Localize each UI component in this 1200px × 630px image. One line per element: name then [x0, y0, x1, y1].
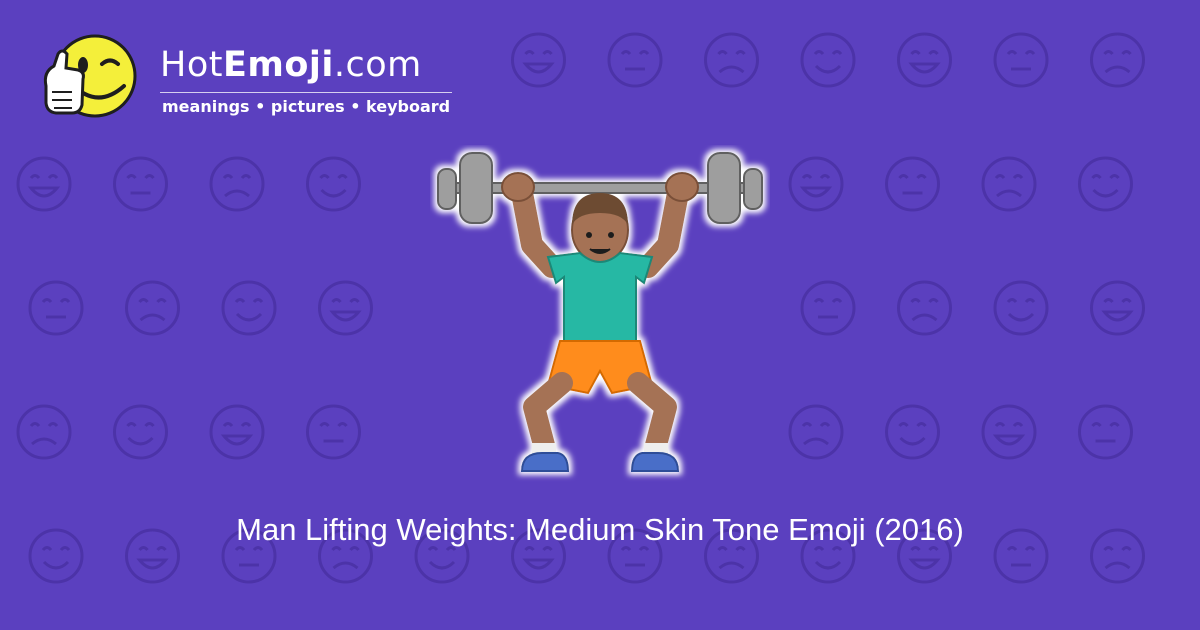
background-face-icon: [885, 156, 940, 212]
background-face-icon: [607, 32, 663, 88]
brand-name-suffix: .com: [333, 45, 422, 85]
background-face-icon: [993, 280, 1049, 336]
man-lifting-weights-medium-skin-tone-icon: [437, 152, 763, 472]
background-face-icon: [209, 404, 265, 460]
background-face-icon: [16, 156, 72, 212]
background-face-icon: [306, 156, 361, 212]
background-face-icon: [113, 404, 168, 460]
background-face-icon: [981, 156, 1037, 212]
background-face-icon: [1078, 404, 1133, 460]
background-face-icon: [981, 404, 1037, 460]
background-face-icon: [221, 280, 277, 336]
background-face-icon: [306, 404, 361, 460]
emoji-title-caption: Man Lifting Weights: Medium Skin Tone Em…: [236, 512, 964, 547]
winking-thumbs-up-face-icon: [43, 34, 137, 118]
background-face-icon: [318, 280, 373, 336]
background-face-icon: [1078, 156, 1133, 212]
brand-name-bold: Emoji: [222, 45, 334, 85]
brand-tagline: meanings • pictures • keyboard: [162, 97, 451, 116]
background-face-icon: [1090, 280, 1145, 336]
background-face-icon: [125, 280, 180, 336]
brand-name-prefix: Hot: [160, 45, 223, 85]
background-face-icon: [28, 280, 84, 336]
background-face-icon: [897, 32, 952, 88]
brand-divider: [160, 92, 452, 93]
background-face-icon: [800, 280, 856, 336]
background-face-icon: [885, 404, 940, 460]
background-face-icon: [209, 156, 265, 212]
background-face-icon: [800, 32, 856, 88]
background-face-icon: [511, 32, 566, 88]
background-face-icon: [1090, 32, 1145, 88]
background-face-icon: [788, 404, 844, 460]
brand-name[interactable]: HotEmoji.com: [160, 45, 422, 85]
background-face-icon: [788, 156, 844, 212]
background-face-icon: [704, 32, 759, 88]
background-face-icon: [993, 32, 1049, 88]
background-face-icon: [113, 156, 168, 212]
background-face-icon: [897, 280, 952, 336]
background-face-icon: [16, 404, 72, 460]
